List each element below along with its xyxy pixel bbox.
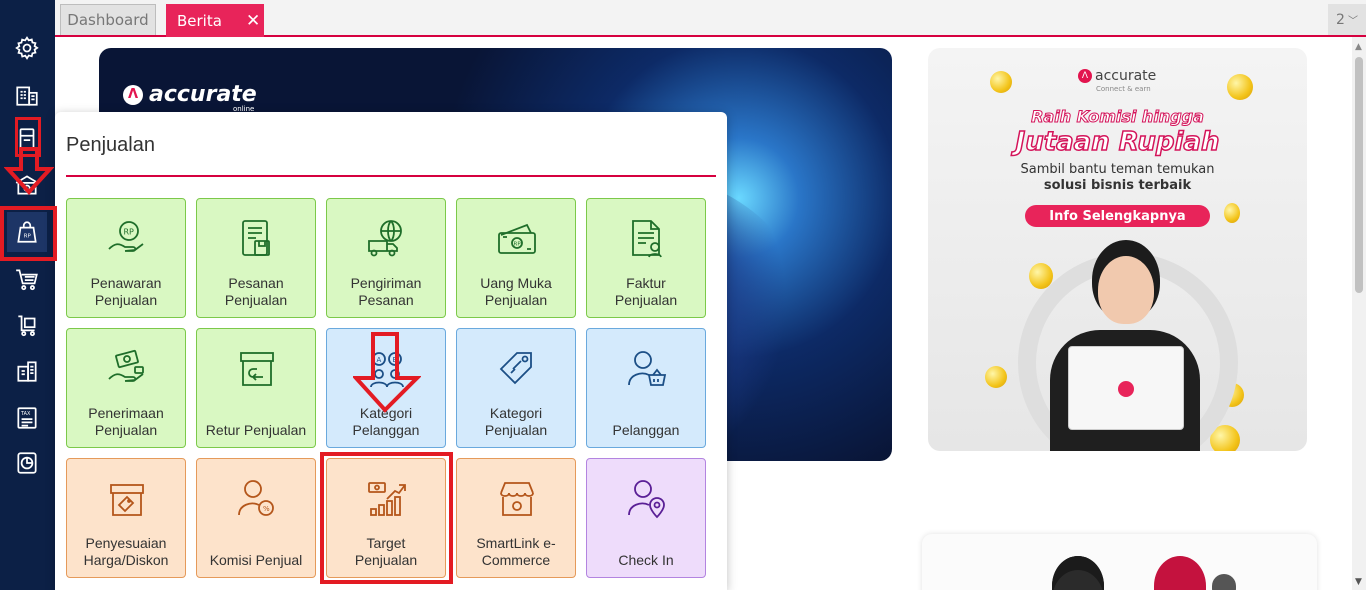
tile-uang-muka-penjualan[interactable]: RP Uang Muka Penjualan bbox=[456, 198, 576, 318]
tab-dashboard[interactable]: Dashboard bbox=[60, 4, 156, 35]
scroll-down-icon[interactable]: ▼ bbox=[1355, 577, 1362, 587]
tile-penerimaan-penjualan[interactable]: Penerimaan Penjualan bbox=[66, 328, 186, 448]
tile-penawaran-penjualan[interactable]: RP Penawaran Penjualan bbox=[66, 198, 186, 318]
menu-divider bbox=[66, 175, 716, 177]
highlight-box bbox=[320, 452, 453, 584]
tile-label: Penawaran Penjualan bbox=[90, 275, 162, 308]
asset-icon[interactable] bbox=[7, 351, 47, 391]
app-window: RP TAX Dashboard Berita ✕ 2 ﹀ Λ accurate… bbox=[0, 0, 1366, 590]
connect-earn-text: Connect & earn bbox=[1096, 85, 1151, 93]
coin-decoration bbox=[990, 71, 1012, 93]
svg-text:TAX: TAX bbox=[20, 411, 31, 417]
tile-label: Penyesuaian Harga/Diskon bbox=[83, 535, 169, 568]
banner-text-1: Sambil bantu teman temukan bbox=[1020, 162, 1215, 177]
delivery-icon bbox=[368, 220, 402, 257]
tile-kategori-penjualan[interactable]: Kategori Penjualan bbox=[456, 328, 576, 448]
scroll-thumb[interactable] bbox=[1355, 57, 1363, 293]
svg-text:RP: RP bbox=[514, 242, 522, 248]
receipt-icon bbox=[108, 349, 144, 382]
svg-text:RP: RP bbox=[124, 228, 135, 237]
down-arrow-annotation bbox=[353, 332, 421, 413]
tab-count-label: 2 bbox=[1336, 11, 1345, 28]
tile-label: Pelanggan bbox=[612, 422, 680, 438]
tile-label: Komisi Penjual bbox=[209, 552, 303, 568]
down-arrow-annotation bbox=[4, 147, 54, 195]
accurate-connect-logo: Λ accurate bbox=[1078, 68, 1156, 84]
tab-bar: Dashboard Berita ✕ 2 ﹀ bbox=[55, 0, 1366, 37]
person-image bbox=[1154, 556, 1206, 590]
accurate-connect-mark: Λ bbox=[1078, 69, 1092, 83]
commission-banner[interactable]: Λ accurate Connect & earn Raih Komisi hi… bbox=[928, 48, 1307, 451]
tile-faktur-penjualan[interactable]: Faktur Penjualan bbox=[586, 198, 706, 318]
banner-headline-2: Jutaan Rupiah bbox=[1015, 126, 1220, 158]
tile-retur-penjualan[interactable]: Retur Penjualan bbox=[196, 328, 316, 448]
tax-icon[interactable]: TAX bbox=[7, 398, 47, 438]
person-image bbox=[1052, 556, 1104, 590]
coin-decoration bbox=[985, 366, 1007, 388]
tile-label: Uang Muka Penjualan bbox=[480, 275, 552, 308]
purchase-icon[interactable] bbox=[7, 259, 47, 299]
banner-headline-1: Raih Komisi hingga bbox=[1031, 107, 1205, 127]
accurate-connect-text: accurate bbox=[1095, 68, 1157, 84]
tile-label: Faktur Penjualan bbox=[614, 275, 678, 308]
chevron-down-icon: ﹀ bbox=[1347, 16, 1358, 27]
info-selengkapnya-button[interactable]: Info Selengkapnya bbox=[1025, 205, 1210, 227]
menu-title: Penjualan bbox=[66, 134, 155, 156]
close-icon[interactable]: ✕ bbox=[246, 11, 260, 31]
quotation-icon: RP bbox=[108, 221, 144, 252]
tile-penyesuaian-harga-diskon[interactable]: Penyesuaian Harga/Diskon bbox=[66, 458, 186, 578]
ecommerce-icon bbox=[500, 482, 534, 516]
down-payment-icon: RP bbox=[498, 223, 536, 254]
tile-pesanan-penjualan[interactable]: Pesanan Penjualan bbox=[196, 198, 316, 318]
price-adjustment-icon bbox=[110, 484, 144, 516]
company-icon[interactable] bbox=[7, 75, 47, 115]
tile-pelanggan[interactable]: Pelanggan bbox=[586, 328, 706, 448]
commission-icon: % bbox=[238, 480, 274, 516]
tile-label: Retur Penjualan bbox=[205, 422, 307, 438]
tile-komisi-penjual[interactable]: % Komisi Penjual bbox=[196, 458, 316, 578]
highlight-box bbox=[0, 206, 57, 261]
accurate-logo-mark: Λ bbox=[123, 84, 143, 105]
tile-smartlink-ecommerce[interactable]: SmartLink e- Commerce bbox=[456, 458, 576, 578]
camera-image bbox=[1212, 574, 1236, 590]
sidebar: RP TAX bbox=[0, 0, 55, 590]
news-card[interactable] bbox=[922, 534, 1317, 590]
tile-label: Penerimaan Penjualan bbox=[88, 405, 164, 438]
tile-label: Check In bbox=[618, 552, 674, 568]
tile-label: SmartLink e- Commerce bbox=[476, 535, 556, 568]
tile-label: Pesanan Penjualan bbox=[224, 275, 288, 308]
customer-icon bbox=[628, 351, 667, 386]
coin-decoration bbox=[1224, 203, 1240, 223]
tab-count-dropdown[interactable]: 2 ﹀ bbox=[1328, 4, 1366, 35]
sales-order-icon bbox=[242, 220, 270, 256]
tile-pengiriman-pesanan[interactable]: Pengiriman Pesanan bbox=[326, 198, 446, 318]
svg-text:%: % bbox=[263, 505, 270, 513]
laptop-image bbox=[1068, 346, 1184, 430]
banner-text-2: solusi bisnis terbaik bbox=[1043, 178, 1192, 193]
report-icon[interactable] bbox=[7, 443, 47, 483]
scroll-up-icon[interactable]: ▲ bbox=[1355, 42, 1362, 52]
tile-label: Kategori Penjualan bbox=[484, 405, 548, 438]
accurate-logo: Λ accurate bbox=[123, 82, 257, 107]
tab-berita-label: Berita bbox=[177, 11, 222, 30]
tab-berita[interactable]: Berita ✕ bbox=[166, 4, 264, 37]
tile-check-in[interactable]: Check In bbox=[586, 458, 706, 578]
check-in-icon bbox=[628, 480, 665, 519]
scrollbar[interactable]: ▲ ▼ bbox=[1352, 37, 1366, 590]
purchase-order-icon[interactable] bbox=[7, 305, 47, 345]
invoice-icon bbox=[632, 220, 662, 258]
return-icon bbox=[240, 352, 274, 386]
laptop-logo bbox=[1118, 381, 1134, 397]
accurate-logo-text: accurate bbox=[149, 82, 257, 107]
sales-category-icon bbox=[499, 352, 532, 385]
settings-icon[interactable] bbox=[7, 28, 47, 68]
accurate-logo-sub: online bbox=[233, 105, 255, 113]
tile-label: Pengiriman Pesanan bbox=[350, 275, 422, 308]
coin-decoration bbox=[1227, 74, 1253, 100]
person-head-image bbox=[1098, 256, 1154, 324]
